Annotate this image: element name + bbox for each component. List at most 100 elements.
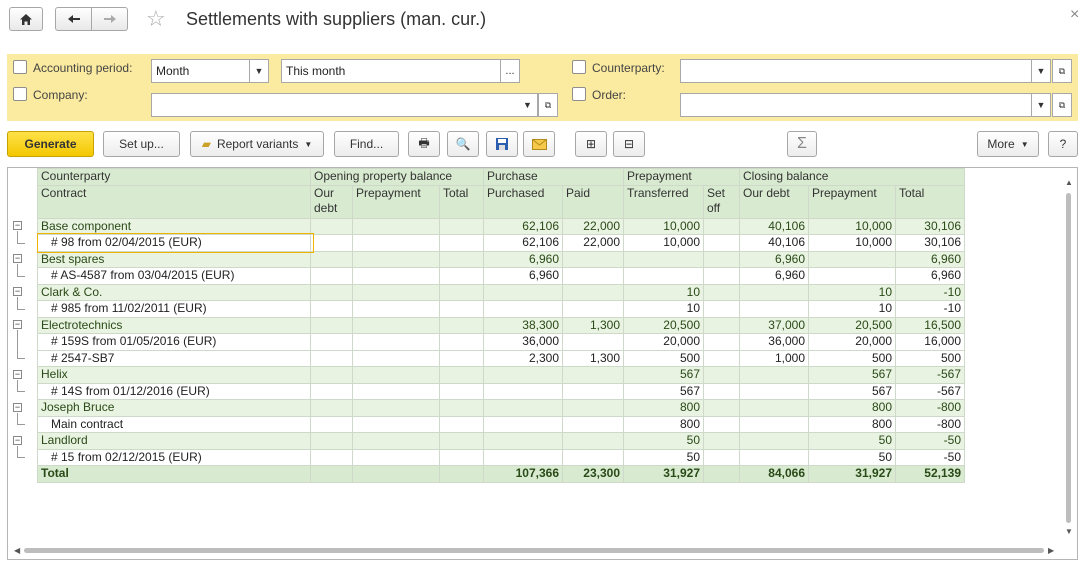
- collapse-icon[interactable]: −: [13, 320, 22, 330]
- print-button[interactable]: 🖶: [408, 131, 440, 157]
- back-button[interactable]: [55, 7, 92, 31]
- cell-c-debt[interactable]: 6,960: [739, 250, 809, 268]
- company-dropdown[interactable]: ▼: [518, 93, 538, 117]
- counterparty-row[interactable]: Helix 567 567 -567: [37, 366, 965, 384]
- cell-c-debt[interactable]: [739, 399, 809, 417]
- cell-set-off[interactable]: [703, 234, 740, 252]
- cell-c-debt[interactable]: [739, 432, 809, 450]
- contract-row[interactable]: # 2547-SB7 2,300 1,300 500 1,000 500 500: [37, 349, 965, 367]
- row-label[interactable]: Helix: [37, 366, 311, 384]
- cell-transferred[interactable]: 10: [623, 283, 704, 301]
- cell-o-prep[interactable]: [352, 316, 440, 334]
- cell-transferred[interactable]: 567: [623, 382, 704, 400]
- row-label[interactable]: Best spares: [37, 250, 311, 268]
- cell-purchased[interactable]: 36,000: [483, 333, 563, 351]
- cell-o-total[interactable]: [439, 415, 484, 433]
- cell-o-prep[interactable]: [352, 448, 440, 466]
- cell-c-prep[interactable]: 800: [808, 399, 896, 417]
- cell-c-prep[interactable]: 10,000: [808, 234, 896, 252]
- counterparty-row[interactable]: Landlord 50 50 -50: [37, 432, 965, 450]
- cell-purchased[interactable]: [483, 432, 563, 450]
- cell-paid[interactable]: 22,000: [562, 217, 624, 235]
- cell-purchased[interactable]: [483, 283, 563, 301]
- cell-o-prep[interactable]: [352, 399, 440, 417]
- row-label[interactable]: Total: [37, 465, 311, 483]
- cell-paid[interactable]: 1,300: [562, 349, 624, 367]
- cell-set-off[interactable]: [703, 283, 740, 301]
- cell-set-off[interactable]: [703, 250, 740, 268]
- cell-paid[interactable]: [562, 300, 624, 318]
- cell-paid[interactable]: [562, 333, 624, 351]
- cell-c-prep[interactable]: 20,000: [808, 333, 896, 351]
- cell-o-debt[interactable]: [310, 399, 353, 417]
- cell-c-prep[interactable]: 500: [808, 349, 896, 367]
- contract-row[interactable]: # 159S from 01/05/2016 (EUR) 36,000 20,000…: [37, 333, 965, 351]
- row-label[interactable]: Main contract: [37, 415, 311, 433]
- cell-transferred[interactable]: 10: [623, 300, 704, 318]
- order-field[interactable]: [680, 93, 1032, 117]
- cell-o-prep[interactable]: [352, 300, 440, 318]
- cell-c-total[interactable]: 30,106: [895, 234, 965, 252]
- cell-c-prep[interactable]: 20,500: [808, 316, 896, 334]
- cell-c-total[interactable]: -567: [895, 382, 965, 400]
- cell-purchased[interactable]: 2,300: [483, 349, 563, 367]
- cell-o-total[interactable]: [439, 283, 484, 301]
- close-icon[interactable]: ×: [1070, 6, 1079, 24]
- setup-button[interactable]: Set up...: [103, 131, 180, 157]
- cell-transferred[interactable]: 50: [623, 448, 704, 466]
- row-label[interactable]: Clark & Co.: [37, 283, 311, 301]
- row-label[interactable]: Electrotechnics: [37, 316, 311, 334]
- cell-o-debt[interactable]: [310, 316, 353, 334]
- cell-c-prep[interactable]: 800: [808, 415, 896, 433]
- company-field[interactable]: [151, 93, 519, 117]
- expand-groups-button[interactable]: ⊞: [575, 131, 607, 157]
- period-choose-button[interactable]: ...: [500, 59, 520, 83]
- cell-transferred[interactable]: 567: [623, 366, 704, 384]
- cell-o-total[interactable]: [439, 250, 484, 268]
- cell-c-prep[interactable]: 10,000: [808, 217, 896, 235]
- preview-button[interactable]: 🔍: [447, 131, 479, 157]
- row-label[interactable]: # 14S from 01/12/2016 (EUR): [37, 382, 311, 400]
- cell-purchased[interactable]: 6,960: [483, 267, 563, 285]
- cell-transferred[interactable]: [623, 250, 704, 268]
- cell-paid[interactable]: [562, 432, 624, 450]
- cell-c-debt[interactable]: [739, 366, 809, 384]
- scroll-left-icon[interactable]: ◀: [14, 546, 20, 555]
- cell-o-debt[interactable]: [310, 234, 353, 252]
- cell-o-total[interactable]: [439, 366, 484, 384]
- cell-c-total[interactable]: -567: [895, 366, 965, 384]
- cell-o-prep[interactable]: [352, 465, 440, 483]
- cell-c-prep[interactable]: 31,927: [808, 465, 896, 483]
- more-button[interactable]: More ▼: [977, 131, 1039, 157]
- generate-button[interactable]: Generate: [7, 131, 94, 157]
- cell-c-total[interactable]: 6,960: [895, 250, 965, 268]
- cell-set-off[interactable]: [703, 333, 740, 351]
- row-label[interactable]: # 159S from 01/05/2016 (EUR): [37, 333, 311, 351]
- cell-o-prep[interactable]: [352, 333, 440, 351]
- cell-o-prep[interactable]: [352, 382, 440, 400]
- cell-transferred[interactable]: 800: [623, 399, 704, 417]
- cell-set-off[interactable]: [703, 267, 740, 285]
- cell-paid[interactable]: [562, 366, 624, 384]
- cell-c-prep[interactable]: 567: [808, 382, 896, 400]
- cell-c-total[interactable]: 500: [895, 349, 965, 367]
- cell-transferred[interactable]: 20,000: [623, 333, 704, 351]
- counterparty-dropdown[interactable]: ▼: [1031, 59, 1051, 83]
- cell-purchased[interactable]: [483, 382, 563, 400]
- cell-set-off[interactable]: [703, 399, 740, 417]
- cell-set-off[interactable]: [703, 217, 740, 235]
- cell-o-total[interactable]: [439, 316, 484, 334]
- cell-o-prep[interactable]: [352, 234, 440, 252]
- cell-o-debt[interactable]: [310, 250, 353, 268]
- cell-purchased[interactable]: [483, 300, 563, 318]
- cell-c-total[interactable]: -10: [895, 300, 965, 318]
- cell-purchased[interactable]: 62,106: [483, 217, 563, 235]
- email-button[interactable]: [523, 131, 555, 157]
- cell-purchased[interactable]: 6,960: [483, 250, 563, 268]
- cell-o-debt[interactable]: [310, 300, 353, 318]
- counterparty-field[interactable]: [680, 59, 1032, 83]
- collapse-groups-button[interactable]: ⊟: [613, 131, 645, 157]
- counterparty-open-button[interactable]: ⧉: [1052, 59, 1072, 83]
- cell-c-debt[interactable]: [739, 283, 809, 301]
- row-label[interactable]: Landlord: [37, 432, 311, 450]
